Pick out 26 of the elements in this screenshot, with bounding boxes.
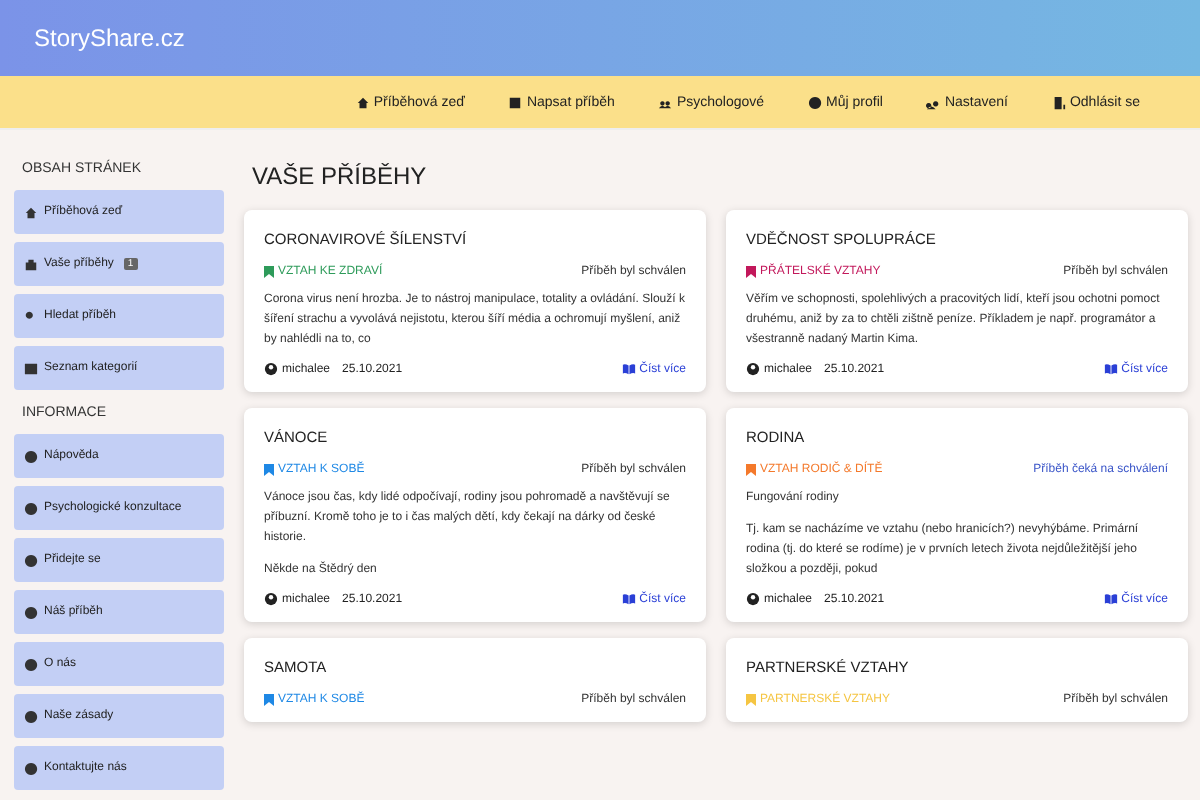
- menu-icon: [24, 361, 38, 375]
- nav-icon: [508, 95, 523, 109]
- book-icon: [621, 592, 636, 606]
- book-icon: [1103, 362, 1118, 376]
- nav-icon: [926, 95, 941, 109]
- nav-icon: [355, 95, 370, 109]
- menu-icon: [24, 449, 38, 463]
- menu-icon: [24, 205, 38, 219]
- menu-icon: [24, 709, 38, 723]
- menu-icon: [24, 257, 38, 271]
- nav-icon: [658, 95, 673, 109]
- menu-icon: [24, 309, 38, 323]
- book-icon: [621, 362, 636, 376]
- menu-icon: [24, 761, 38, 775]
- menu-icon: [24, 605, 38, 619]
- nav-icon: [1051, 95, 1066, 109]
- page-title: VAŠE PŘÍBĚHY: [252, 162, 429, 190]
- menu-icon: [24, 657, 38, 671]
- menu-icon: [24, 553, 38, 567]
- book-icon: [1103, 592, 1118, 606]
- nav-icon: [808, 95, 823, 109]
- user-icon: [746, 362, 760, 376]
- user-icon: [746, 592, 760, 606]
- menu-icon: [24, 501, 38, 515]
- user-icon: [264, 362, 278, 376]
- user-icon: [264, 592, 278, 606]
